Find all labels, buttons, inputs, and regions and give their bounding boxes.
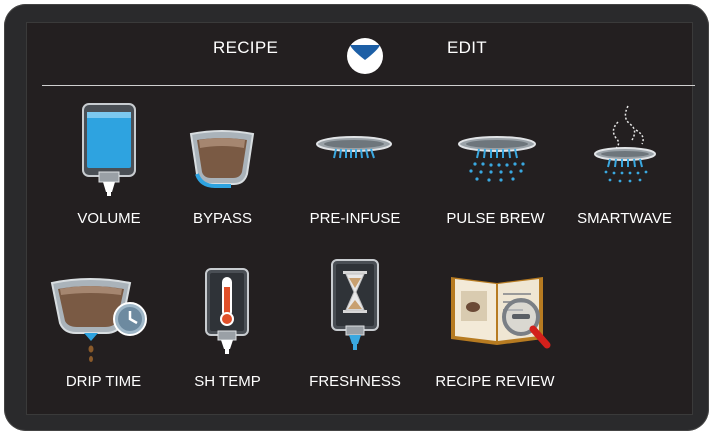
volume-icon <box>82 103 136 196</box>
bunn-logo-icon[interactable] <box>345 36 385 76</box>
sh-temp-icon <box>205 268 249 354</box>
freshness-button[interactable]: FRESHNESS <box>300 258 410 395</box>
drip-time-icon <box>50 278 147 362</box>
pulse-brew-icon <box>458 136 536 182</box>
bypass-label: BYPASS <box>193 210 252 227</box>
volume-button[interactable]: VOLUME <box>49 98 169 233</box>
pulse-brew-button[interactable]: PULSE BREW <box>433 98 558 233</box>
volume-label: VOLUME <box>77 210 141 227</box>
drip-time-label: DRIP TIME <box>65 373 142 390</box>
drip-time-button[interactable]: DRIP TIME <box>46 265 161 395</box>
tab-recipe[interactable]: RECIPE <box>213 38 278 58</box>
smartwave-label: SMARTWAVE <box>577 210 672 227</box>
header-divider <box>42 85 695 86</box>
freshness-label: FRESHNESS <box>309 373 401 390</box>
bypass-icon <box>189 130 255 188</box>
pre-infuse-label: PRE-INFUSE <box>309 210 401 227</box>
sh-temp-button[interactable]: SH TEMP <box>180 265 275 395</box>
recipe-review-button[interactable]: RECIPE REVIEW <box>425 265 565 395</box>
tab-edit[interactable]: EDIT <box>447 38 487 58</box>
bypass-button[interactable]: BYPASS <box>165 98 280 233</box>
freshness-icon <box>331 259 379 350</box>
recipe-review-label: RECIPE REVIEW <box>435 373 555 390</box>
smartwave-icon <box>594 105 656 183</box>
pre-infuse-button[interactable]: PRE-INFUSE <box>300 98 410 233</box>
pre-infuse-icon <box>316 136 392 159</box>
recipe-review-icon <box>451 277 551 349</box>
smartwave-button[interactable]: SMARTWAVE <box>562 98 687 233</box>
sh-temp-label: SH TEMP <box>194 373 261 390</box>
pulse-brew-label: PULSE BREW <box>446 210 545 227</box>
